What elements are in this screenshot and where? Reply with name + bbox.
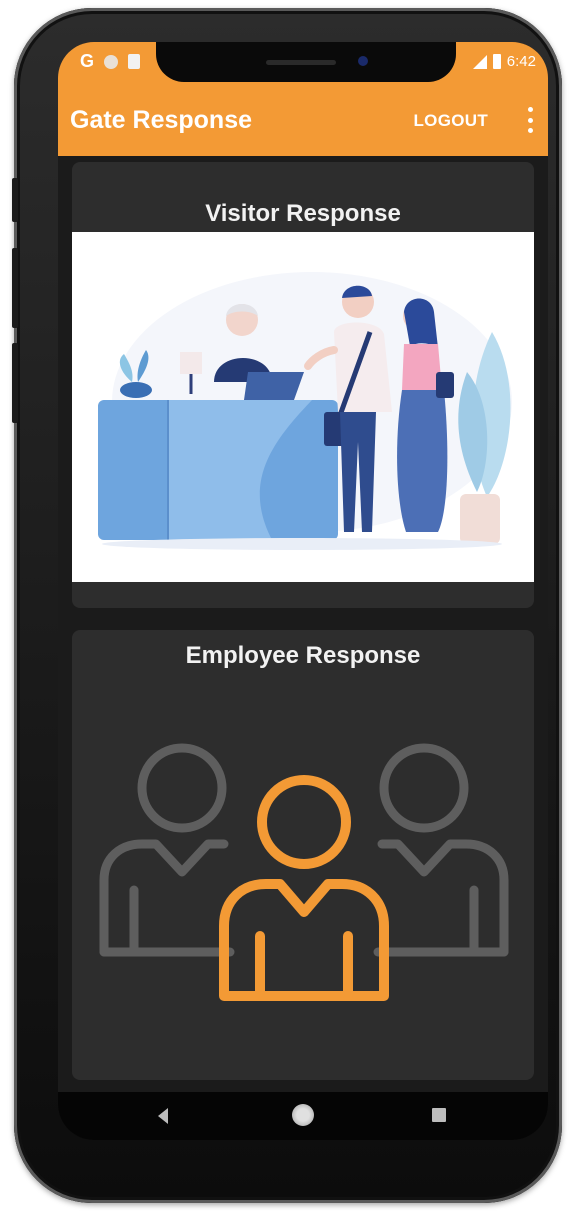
speaker (266, 60, 336, 65)
app-bar: Gate Response LOGOUT (58, 82, 548, 156)
status-bar: G 6:42 (58, 42, 548, 82)
volume-button (12, 178, 18, 222)
system-nav-bar (58, 1092, 548, 1140)
dot-icon (104, 54, 119, 69)
overflow-menu-icon[interactable] (528, 107, 534, 133)
phone-screen: G 6:42 Gate Response LOGOUT Visitor Resp… (58, 42, 548, 1140)
volume-button (12, 248, 18, 328)
front-camera (358, 56, 368, 66)
home-icon[interactable] (292, 1104, 314, 1126)
employee-response-title: Employee Response (185, 642, 421, 669)
signal-icon (472, 54, 487, 69)
recents-icon[interactable] (432, 1108, 446, 1122)
visitor-response-title: Visitor Response (205, 200, 401, 227)
sim-icon (128, 54, 141, 69)
app-title: Gate Response (70, 106, 253, 134)
group-people-icon (94, 740, 514, 1010)
reception-desk-illustration (72, 232, 534, 582)
logout-button[interactable]: LOGOUT (413, 111, 488, 131)
visitor-response-card[interactable]: Visitor Response (72, 162, 534, 608)
power-button (12, 343, 18, 423)
google-icon: G (80, 51, 95, 71)
battery-icon (492, 54, 501, 69)
back-icon[interactable] (158, 1108, 168, 1124)
main-content: Visitor Response Employee Response (58, 156, 548, 1092)
employee-response-card[interactable]: Employee Response (72, 630, 534, 1080)
status-time: 6:42 (506, 53, 536, 70)
